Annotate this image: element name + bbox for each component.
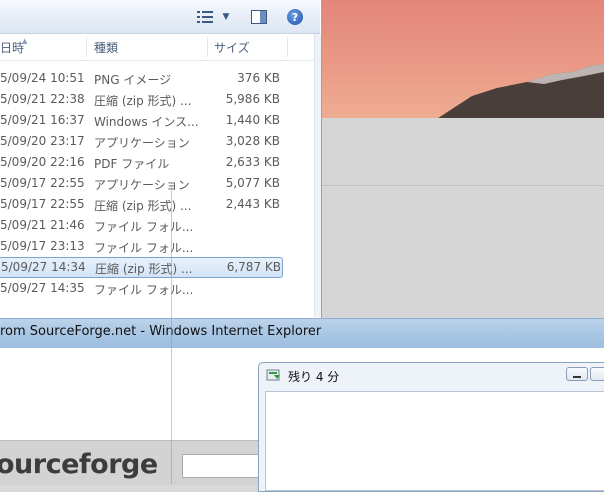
file-type: PNG イメージ	[94, 73, 172, 87]
minimize-button[interactable]	[566, 367, 588, 381]
vertical-scrollbar[interactable]	[314, 34, 321, 317]
divider	[171, 186, 172, 484]
file-type: 圧縮 (zip 形式) ...	[94, 199, 192, 213]
file-size: 3,028 KB	[225, 134, 280, 148]
help-icon[interactable]: ?	[286, 8, 304, 26]
file-type: ファイル フォル...	[94, 283, 194, 297]
column-header-type[interactable]: 種類	[94, 39, 118, 55]
desktop-area	[322, 118, 604, 318]
ie-titlebar[interactable]: rom SourceForge.net - Windows Internet E…	[0, 318, 604, 349]
file-type: Windows インス...	[94, 115, 199, 129]
search-input[interactable]	[182, 454, 262, 478]
file-row[interactable]: 5/09/17 23:13 ファイル フォル...	[0, 236, 290, 257]
file-size: 2,443 KB	[225, 197, 280, 211]
file-row[interactable]: 5/09/20 23:17 アプリケーション 3,028 KB	[0, 131, 290, 152]
explorer-toolbar: ▼ ?	[0, 0, 320, 34]
file-row-selected[interactable]: 5/09/27 14:34 圧縮 (zip 形式) ... 6,787 KB	[0, 257, 283, 278]
file-date: 5/09/17 23:13	[0, 239, 85, 253]
file-size: 376 KB	[237, 71, 280, 85]
chevron-down-icon[interactable]: ▼	[220, 8, 232, 26]
file-size: 5,077 KB	[225, 176, 280, 190]
column-separator[interactable]	[86, 37, 87, 57]
file-size: 5,986 KB	[225, 92, 280, 106]
file-type: 圧縮 (zip 形式) ...	[94, 94, 192, 108]
file-size: 6,787 KB	[226, 260, 281, 274]
column-header-label: 日時	[0, 41, 25, 55]
column-header-label: 種類	[94, 41, 119, 55]
file-date: 5/09/27 14:35	[0, 281, 85, 295]
file-row[interactable]: 5/09/20 22:16 PDF ファイル 2,633 KB	[0, 152, 290, 173]
file-type: 圧縮 (zip 形式) ...	[95, 262, 193, 276]
file-row[interactable]: 5/09/21 22:38 圧縮 (zip 形式) ... 5,986 KB	[0, 89, 290, 110]
desktop-wallpaper	[322, 0, 604, 122]
file-date: 5/09/20 23:17	[0, 134, 85, 148]
file-type: ファイル フォル...	[94, 220, 194, 234]
column-header-date[interactable]: ▲ 日時	[0, 37, 28, 55]
download-dialog: 残り 4 分	[258, 362, 604, 492]
file-row[interactable]: 5/09/21 16:37 Windows インス... 1,440 KB	[0, 110, 290, 131]
maximize-button[interactable]	[590, 367, 604, 381]
sort-arrow-icon: ▲	[22, 37, 28, 45]
file-date: 5/09/21 16:37	[0, 113, 85, 127]
column-header-size[interactable]: サイズ	[214, 39, 250, 55]
download-icon	[266, 369, 282, 383]
file-type: PDF ファイル	[94, 157, 170, 171]
download-dialog-title: 残り 4 分	[288, 370, 340, 384]
file-size: 1,440 KB	[225, 113, 280, 127]
column-headers: ▲ 日時 種類 サイズ	[0, 34, 320, 61]
file-row[interactable]: 5/09/17 22:55 圧縮 (zip 形式) ... 2,443 KB	[0, 194, 290, 215]
file-row[interactable]: 5/09/24 10:51 PNG イメージ 376 KB	[0, 68, 290, 89]
file-date: 5/09/21 21:46	[0, 218, 85, 232]
file-date: 5/09/24 10:51	[0, 71, 85, 85]
file-date: 5/09/27 14:34	[1, 260, 86, 274]
download-dialog-content	[265, 391, 604, 491]
file-type: アプリケーション	[94, 136, 190, 150]
file-date: 5/09/17 22:55	[0, 176, 85, 190]
ie-window-title: rom SourceForge.net - Windows Internet E…	[0, 324, 322, 339]
explorer-window: ▼ ? ▲ 日時 種類 サイズ 5/09/24 10:51 PNG イメージ 3…	[0, 0, 322, 318]
file-type: アプリケーション	[94, 178, 190, 192]
column-separator[interactable]	[207, 37, 208, 57]
file-date: 5/09/20 22:16	[0, 155, 85, 169]
sourceforge-logo[interactable]: ourceforge	[0, 449, 158, 480]
file-row[interactable]: 5/09/17 22:55 アプリケーション 5,077 KB	[0, 173, 290, 194]
file-row[interactable]: 5/09/21 21:46 ファイル フォル...	[0, 215, 290, 236]
view-options-icon[interactable]	[196, 8, 214, 26]
file-date: 5/09/17 22:55	[0, 197, 85, 211]
file-size: 2,633 KB	[225, 155, 280, 169]
file-date: 5/09/21 22:38	[0, 92, 85, 106]
column-separator[interactable]	[287, 37, 288, 57]
file-row[interactable]: 5/09/27 14:35 ファイル フォル...	[0, 278, 290, 299]
file-type: ファイル フォル...	[94, 241, 194, 255]
preview-pane-icon[interactable]	[250, 8, 268, 26]
column-header-label: サイズ	[214, 41, 250, 55]
